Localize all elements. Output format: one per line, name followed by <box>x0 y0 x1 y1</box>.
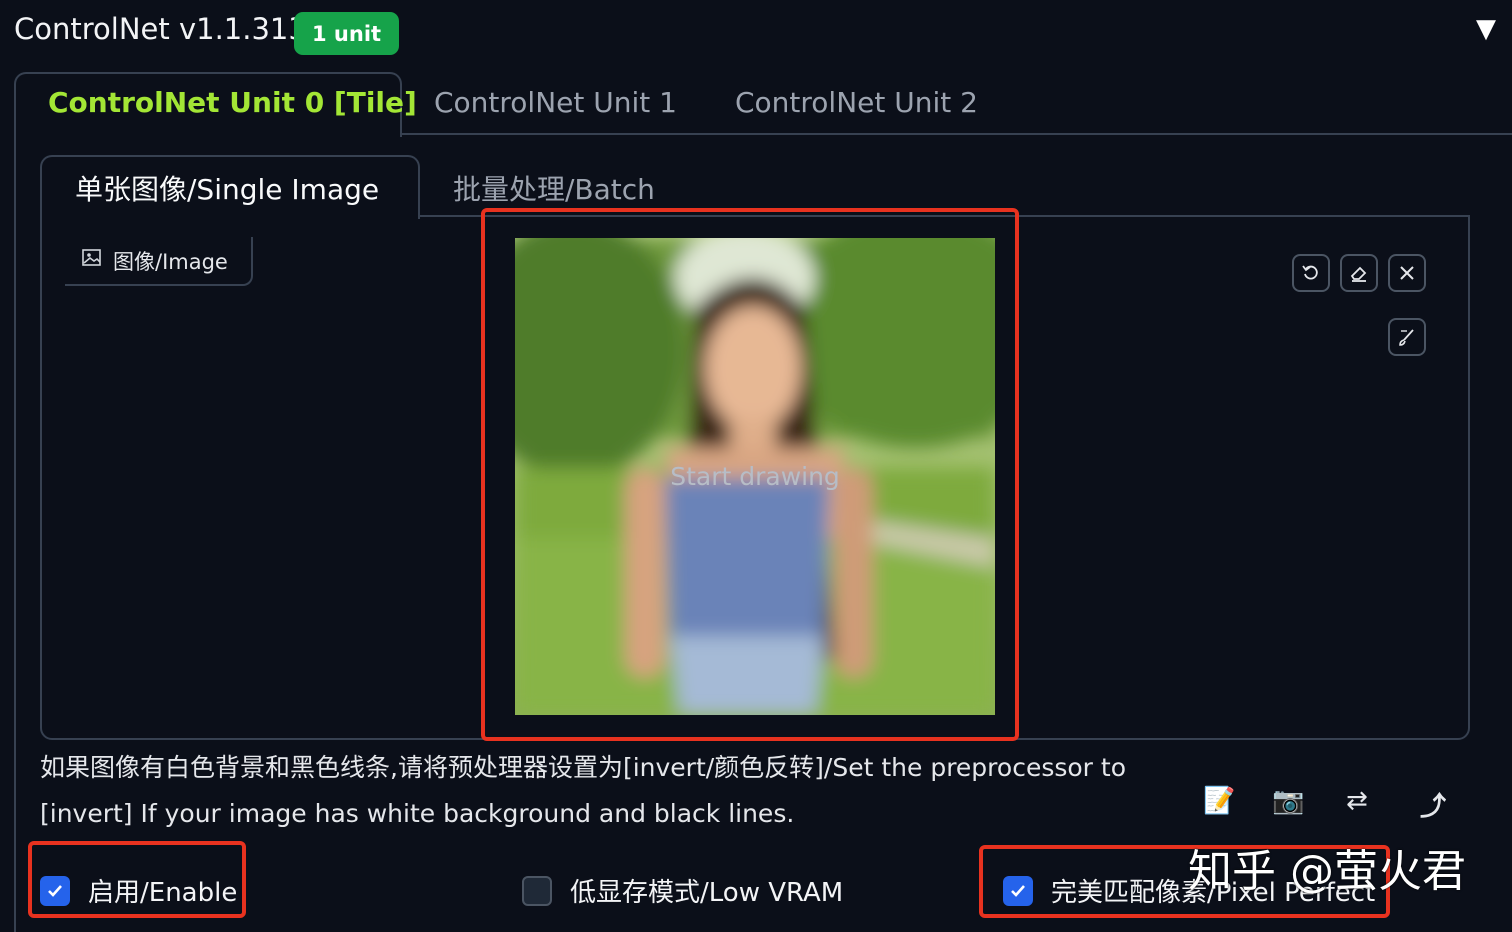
tab-single-image[interactable]: 单张图像/Single Image <box>75 168 379 208</box>
undo-icon[interactable] <box>1292 254 1330 292</box>
tab-batch[interactable]: 批量处理/Batch <box>453 168 655 208</box>
watermark-text: 知乎 @萤火君 <box>1188 846 1466 897</box>
close-icon[interactable] <box>1388 254 1426 292</box>
brush-icon[interactable] <box>1388 318 1426 356</box>
swap-arrows-icon[interactable]: ⇄ <box>1346 786 1368 816</box>
tab-unit-1[interactable]: ControlNet Unit 1 <box>434 86 677 119</box>
highlight-image-box <box>481 208 1019 741</box>
preprocessor-hint: 如果图像有白色背景和黑色线条,请将预处理器设置为[invert/颜色反转]/Se… <box>40 753 1126 828</box>
option-low-vram[interactable]: 低显存模式/Low VRAM <box>522 872 843 909</box>
image-label-text: 图像/Image <box>113 249 228 274</box>
low-vram-checkbox[interactable] <box>522 875 552 906</box>
low-vram-label: 低显存模式/Low VRAM <box>570 878 844 908</box>
edit-memo-icon[interactable]: 📝 <box>1203 786 1235 816</box>
collapse-arrow-icon[interactable]: ▼ <box>1476 14 1496 44</box>
eraser-icon[interactable] <box>1340 254 1378 292</box>
tab-unit-0[interactable]: ControlNet Unit 0 [Tile] <box>48 86 417 119</box>
upload-arrow-icon[interactable]: ⤴ <box>1420 786 1446 823</box>
highlight-enable-box <box>28 841 246 918</box>
app-title: ControlNet v1.1.313 <box>14 12 307 46</box>
unit-count-badge: 1 unit <box>294 12 400 55</box>
camera-icon[interactable]: 📷 <box>1272 786 1304 816</box>
image-icon <box>81 247 103 274</box>
image-label: 图像/Image <box>65 237 253 286</box>
tab-unit-2[interactable]: ControlNet Unit 2 <box>735 86 978 119</box>
